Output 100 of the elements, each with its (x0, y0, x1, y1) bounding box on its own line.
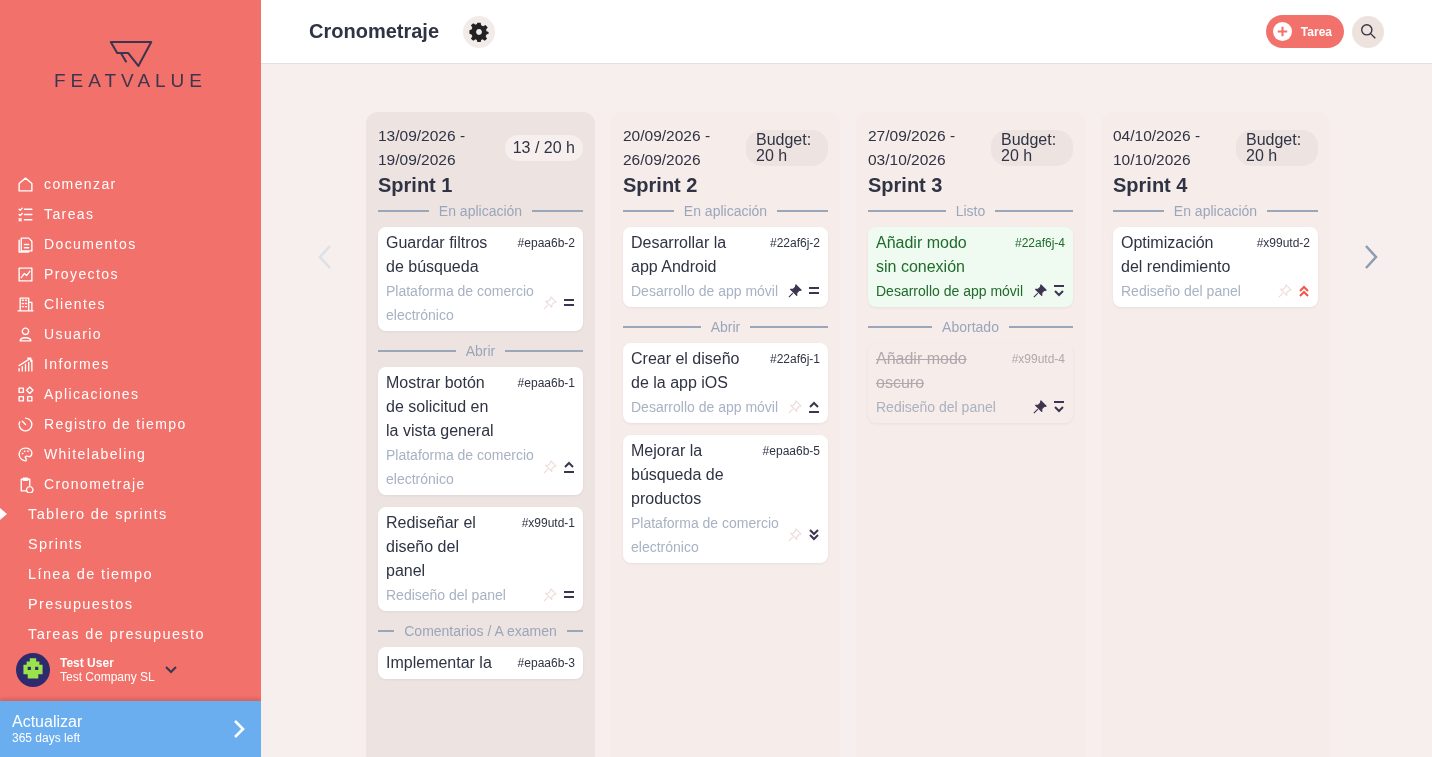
brand-name: FEATVALUE (53, 70, 207, 92)
company-name: Test Company SL (60, 670, 155, 684)
task-title: Optimización del rendimiento (1121, 233, 1232, 277)
building-icon (17, 295, 34, 313)
budget-badge: Budget: 20 h (991, 130, 1073, 166)
task-card[interactable]: Optimización del rendimiento #x99utd-2 Rediseño del panel (1113, 227, 1318, 307)
section-label: En aplicación (683, 203, 768, 219)
sprint-name: Sprint 3 (868, 174, 944, 197)
search-icon (1359, 23, 1377, 40)
sidebar-subitem[interactable]: Presupuestos (0, 589, 261, 619)
logo-icon (107, 40, 154, 68)
sidebar-subitem[interactable]: Tablero de sprints (0, 499, 261, 529)
project-name: Rediseño del panel (386, 586, 507, 605)
pin-icon[interactable] (788, 284, 802, 298)
sprint-dates: 13/09/2026 - 19/09/2026 (378, 126, 467, 170)
task-id: #22af6j-2 (769, 235, 820, 252)
sidebar-item[interactable]: Documentos (0, 229, 261, 259)
apps-icon (17, 385, 34, 403)
task-title: Mejorar la búsqueda de productos (631, 441, 725, 509)
palette-icon (17, 445, 34, 463)
new-task-button[interactable]: Tarea (1265, 15, 1344, 48)
sprint-dates: 20/09/2026 - 26/09/2026 (623, 126, 712, 170)
section-label: Abrir (710, 319, 741, 335)
sprint-dates: 04/10/2026 - 10/10/2026 (1113, 126, 1202, 170)
task-title: Añadir modo oscuro (876, 349, 968, 393)
project-name: Desarrollo de app móvil (631, 398, 780, 417)
project-name: Plataforma de comercio electrónico (631, 514, 780, 557)
sprint-name: Sprint 1 (378, 174, 454, 197)
task-title: Añadir modo sin conexión (876, 233, 968, 277)
pin-icon[interactable] (1033, 284, 1047, 298)
chevron-down-icon[interactable] (164, 666, 177, 674)
page-title: Cronometraje (309, 20, 440, 43)
days-left: 365 days left (12, 731, 82, 745)
section-label: En aplicación (438, 203, 523, 219)
project-name: Desarrollo de app móvil (631, 282, 780, 301)
task-card[interactable]: Implementar la #epaa6b-3 (378, 647, 583, 679)
task-card[interactable]: Crear el diseño de la app iOS #22af6j-1 Desarrollo de app móvil (623, 343, 828, 423)
task-id: #epaa6b-3 (517, 655, 575, 672)
budget-badge: 13 / 20 h (504, 135, 583, 161)
avatar-icon (16, 653, 50, 687)
project-name: Plataforma de comercio electrónico (386, 446, 535, 489)
sidebar-item[interactable]: Clientes (0, 289, 261, 319)
task-id: #epaa6b-1 (517, 375, 575, 392)
task-card[interactable]: Añadir modo sin conexión #22af6j-4 Desarrollo de app móvil (868, 227, 1073, 307)
task-title: Desarrollar la app Android (631, 233, 728, 277)
sidebar-item[interactable]: comenzar (0, 169, 261, 199)
task-card[interactable]: Guardar filtros de búsqueda #epaa6b-2 Plataforma de comercio electrónico (378, 227, 583, 331)
project-name: Desarrollo de app móvil (876, 282, 1025, 301)
task-id: #epaa6b-2 (517, 235, 575, 252)
task-id: #epaa6b-5 (762, 443, 820, 460)
section-label: Listo (955, 203, 986, 219)
budget-badge: Budget: 20 h (1236, 130, 1318, 166)
chart-icon (17, 265, 34, 283)
sidebar-item[interactable]: Whitelabeling (0, 439, 261, 469)
project-name: Plataforma de comercio electrónico (386, 282, 535, 325)
timer-icon (17, 415, 34, 433)
user-name: Test User (60, 656, 115, 670)
sidebar-item[interactable]: Usuario (0, 319, 261, 349)
task-title: Implementar la (386, 653, 492, 673)
upgrade-banner[interactable]: Actualizar 365 days left (0, 701, 261, 757)
task-title: Mostrar botón de solicitud en la vista general (386, 373, 495, 441)
budget-badge: Budget: 20 h (746, 130, 828, 166)
user-icon (17, 325, 34, 343)
task-card[interactable]: Mostrar botón de solicitud en la vista general #epaa6b-1 Plataforma de comercio electrónico (378, 367, 583, 495)
section-label: Abrir (465, 343, 496, 359)
task-card[interactable]: Desarrollar la app Android #22af6j-2 Desarrollo de app móvil (623, 227, 828, 307)
section-label: En aplicación (1173, 203, 1258, 219)
task-title: Rediseñar el diseño del panel (386, 513, 477, 581)
sidebar-item[interactable]: Aplicaciones (0, 379, 261, 409)
task-card[interactable]: Mejorar la búsqueda de productos #epaa6b-5 Plataforma de comercio electrónico (623, 435, 828, 563)
section-label: Abortado (942, 319, 999, 335)
task-id: #x99utd-1 (521, 515, 575, 532)
task-card[interactable]: Añadir modo oscuro #x99utd-4 Rediseño del panel (868, 343, 1073, 423)
sidebar-item[interactable]: Proyectos (0, 259, 261, 289)
doc-icon (17, 235, 34, 253)
task-card[interactable]: Rediseñar el diseño del panel #x99utd-1 Rediseño del panel (378, 507, 583, 611)
sidebar-item[interactable]: Tareas (0, 199, 261, 229)
project-name: Rediseño del panel (1121, 282, 1242, 301)
task-id: #x99utd-2 (1256, 235, 1310, 252)
plus-icon (1272, 22, 1292, 41)
sidebar-item[interactable]: Informes (0, 349, 261, 379)
chevron-right-icon (233, 719, 245, 739)
bars-icon (17, 355, 34, 373)
tasks-icon (17, 205, 34, 223)
sidebar-item[interactable]: Registro de tiempo (0, 409, 261, 439)
task-id: #x99utd-4 (1011, 351, 1065, 368)
search-button[interactable] (1352, 15, 1384, 48)
task-title: Guardar filtros de búsqueda (386, 233, 489, 277)
project-name: Rediseño del panel (876, 398, 997, 417)
sprint-name: Sprint 4 (1113, 174, 1189, 197)
sidebar-subitem[interactable]: Línea de tiempo (0, 559, 261, 589)
section-label: Comentarios / A examen (404, 623, 557, 639)
sidebar-subitem[interactable]: Tareas de presupuesto (0, 619, 261, 649)
task-title: Crear el diseño de la app iOS (631, 349, 741, 393)
sidebar-subitem[interactable]: Sprints (0, 529, 261, 559)
settings-button[interactable] (463, 15, 496, 48)
task-id: #22af6j-4 (1014, 235, 1065, 252)
pin-icon[interactable] (1033, 400, 1047, 414)
sidebar-item[interactable]: Cronometraje (0, 469, 261, 499)
sprint-dates: 27/09/2026 - 03/10/2026 (868, 126, 957, 170)
